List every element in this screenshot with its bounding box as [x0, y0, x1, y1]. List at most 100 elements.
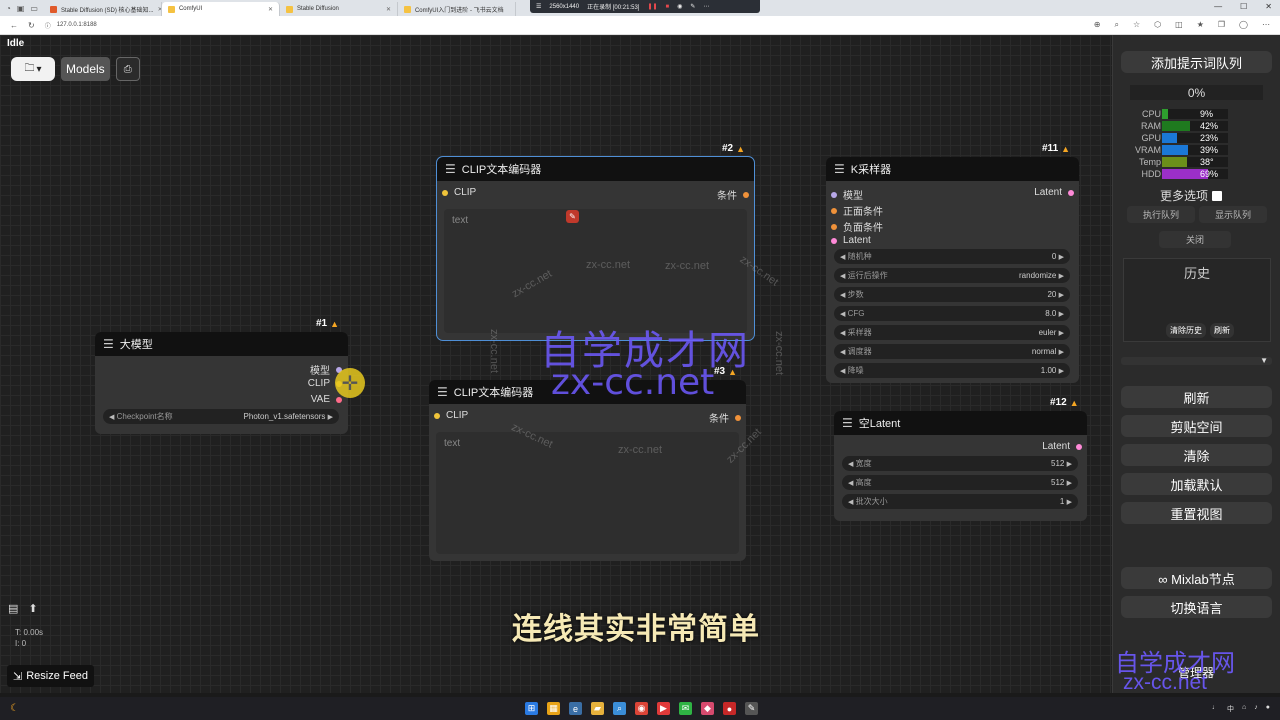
- url-field[interactable]: ⓘ 127.0.0.1:8188: [45, 21, 97, 30]
- network-icon[interactable]: ⌂: [1242, 704, 1246, 714]
- workflow-folder-button[interactable]: 🗀 ▾: [11, 57, 55, 81]
- wechat-icon[interactable]: ✉: [679, 702, 692, 715]
- output-latent[interactable]: Latent: [1042, 441, 1082, 452]
- favorites-icon[interactable]: ★: [1197, 20, 1204, 30]
- right-arrow-icon[interactable]: ▶: [1067, 499, 1072, 506]
- pen-tool-icon[interactable]: ✎: [745, 702, 758, 715]
- stop-recording-icon[interactable]: ■: [666, 4, 670, 10]
- input-socket[interactable]: [831, 237, 837, 244]
- search-icon[interactable]: ⌕: [1115, 20, 1119, 30]
- input-socket[interactable]: [442, 189, 448, 196]
- output-conditioning[interactable]: 条件: [709, 410, 741, 425]
- moon-icon[interactable]: ☾: [10, 703, 19, 714]
- windows-start-icon[interactable]: ⊞: [525, 702, 538, 715]
- hamburger-icon[interactable]: ☰: [103, 337, 114, 351]
- app-icon[interactable]: ◆: [701, 702, 714, 715]
- close-button[interactable]: 关闭: [1159, 231, 1231, 248]
- refresh-history-button[interactable]: 刷新: [1210, 323, 1234, 338]
- prompt-helper-icon[interactable]: ✎: [566, 210, 579, 223]
- input-latent[interactable]: Latent: [831, 235, 871, 246]
- output-socket[interactable]: [735, 414, 741, 421]
- left-arrow-icon[interactable]: ◀: [840, 311, 845, 318]
- ksampler-widget[interactable]: ◀ 随机种 0 ▶: [834, 249, 1070, 264]
- more-options-checkbox[interactable]: [1212, 190, 1223, 201]
- left-arrow-icon[interactable]: ◀: [848, 499, 853, 506]
- node-header[interactable]: ☰ CLIP文本编码器: [437, 157, 754, 181]
- recorder-menu-icon[interactable]: ☰: [536, 3, 541, 10]
- right-arrow-icon[interactable]: ▶: [1059, 273, 1064, 280]
- left-arrow-icon[interactable]: ◀: [840, 349, 845, 356]
- right-arrow-icon[interactable]: ▶: [1059, 368, 1064, 375]
- queue-prompt-button[interactable]: 添加提示词队列: [1121, 51, 1272, 73]
- widgets-icon[interactable]: ▦: [547, 702, 560, 715]
- left-arrow-icon[interactable]: ◀: [109, 414, 114, 421]
- tab-actions-icon[interactable]: ▭: [30, 4, 38, 13]
- checkpoint-loader-node[interactable]: ☰ 大模型 模型 CLIP VAE ◀ Checkpoint名称 Photon_…: [95, 332, 348, 434]
- ksampler-widget[interactable]: ◀ 调度器 normal ▶: [834, 344, 1070, 359]
- right-arrow-icon[interactable]: ▶: [1067, 480, 1072, 487]
- ksampler-widget[interactable]: ◀ 运行后操作 randomize ▶: [834, 268, 1070, 283]
- input-model[interactable]: 模型: [831, 187, 863, 202]
- output-latent[interactable]: Latent: [1034, 187, 1074, 198]
- browser-tab-2[interactable]: Stable Diffusion ✕: [280, 2, 398, 16]
- triangle-down-icon[interactable]: ▼: [1260, 356, 1268, 365]
- node-header[interactable]: ☰ K采样器: [826, 157, 1079, 181]
- left-arrow-icon[interactable]: ◀: [848, 480, 853, 487]
- output-socket[interactable]: [336, 396, 342, 403]
- panel-scrollbar[interactable]: ▼: [1121, 356, 1272, 365]
- media-app-icon[interactable]: ▶: [657, 702, 670, 715]
- left-arrow-icon[interactable]: ◀: [840, 273, 845, 280]
- ksampler-widget[interactable]: ◀ 降噪 1.00 ▶: [834, 363, 1070, 378]
- ksampler-widget[interactable]: ◀ 步数 20 ▶: [834, 287, 1070, 302]
- right-arrow-icon[interactable]: ▶: [1059, 330, 1064, 337]
- output-vae[interactable]: VAE: [311, 394, 342, 405]
- reset-view-button[interactable]: 重置视图: [1121, 502, 1272, 524]
- ksampler-node[interactable]: ☰ K采样器 模型 正面条件 负面条件 Latent Latent ◀ 随机种 0…: [826, 157, 1079, 383]
- clip-text-encode-positive-node[interactable]: ☰ CLIP文本编码器 CLIP 条件 text ✎: [436, 156, 755, 341]
- right-arrow-icon[interactable]: ▶: [1059, 292, 1064, 299]
- left-arrow-icon[interactable]: ◀: [840, 254, 845, 261]
- hamburger-icon[interactable]: ☰: [834, 162, 845, 176]
- hamburger-icon[interactable]: ☰: [445, 162, 456, 176]
- output-socket[interactable]: [1076, 443, 1082, 450]
- input-clip[interactable]: CLIP: [442, 187, 476, 198]
- ksampler-widget[interactable]: ◀ 采样器 euler ▶: [834, 325, 1070, 340]
- recorder-icon[interactable]: ●: [723, 702, 736, 715]
- hamburger-icon[interactable]: ☰: [842, 416, 853, 430]
- input-socket[interactable]: [831, 223, 837, 230]
- output-conditioning[interactable]: 条件: [717, 187, 749, 202]
- profile-avatar-icon[interactable]: ◯: [1239, 20, 1248, 30]
- latent-widget[interactable]: ◀ 批次大小 1 ▶: [842, 494, 1078, 509]
- latent-widget[interactable]: ◀ 高度 512 ▶: [842, 475, 1078, 490]
- search-icon[interactable]: ⌕: [613, 702, 626, 715]
- volume-icon[interactable]: ♪: [1254, 704, 1258, 714]
- camera-icon[interactable]: ◉: [677, 3, 682, 10]
- node-header[interactable]: ☰ 空Latent: [834, 411, 1087, 435]
- back-icon[interactable]: ←: [10, 21, 18, 30]
- output-socket[interactable]: [743, 191, 749, 198]
- profile-icon[interactable]: ◔: [6, 4, 11, 13]
- ksampler-widget[interactable]: ◀ CFG 8.0 ▶: [834, 306, 1070, 321]
- input-socket[interactable]: [831, 191, 837, 198]
- show-queue-button[interactable]: 显示队列: [1199, 206, 1267, 223]
- maximize-icon[interactable]: ☐: [1240, 2, 1247, 11]
- workspaces-icon[interactable]: ▣: [17, 4, 25, 13]
- input-clip[interactable]: CLIP: [434, 410, 468, 421]
- right-arrow-icon[interactable]: ▶: [328, 414, 333, 421]
- hamburger-icon[interactable]: ☰: [437, 385, 448, 399]
- output-socket[interactable]: [1068, 189, 1074, 196]
- right-arrow-icon[interactable]: ▶: [1059, 349, 1064, 356]
- reload-icon[interactable]: ↻: [28, 21, 35, 30]
- resize-feed-button[interactable]: ⇲ Resize Feed: [7, 665, 94, 687]
- models-button[interactable]: Models: [61, 57, 110, 81]
- mixlab-nodes-button[interactable]: ∞ Mixlab节点: [1121, 567, 1272, 589]
- split-view-icon[interactable]: ◫: [1175, 20, 1183, 30]
- collections-icon[interactable]: ❐: [1218, 20, 1225, 30]
- favorite-star-icon[interactable]: ☆: [1133, 20, 1140, 30]
- browser-tab-0[interactable]: Stable Diffusion (SD) 核心基础知... ✕: [44, 2, 162, 16]
- close-window-icon[interactable]: ✕: [1265, 2, 1272, 11]
- input-socket[interactable]: [434, 412, 440, 419]
- browser-tab-1[interactable]: ComfyUI ✕: [161, 2, 280, 16]
- close-tab-icon[interactable]: ✕: [268, 6, 273, 13]
- ime-icon[interactable]: 中: [1227, 704, 1234, 714]
